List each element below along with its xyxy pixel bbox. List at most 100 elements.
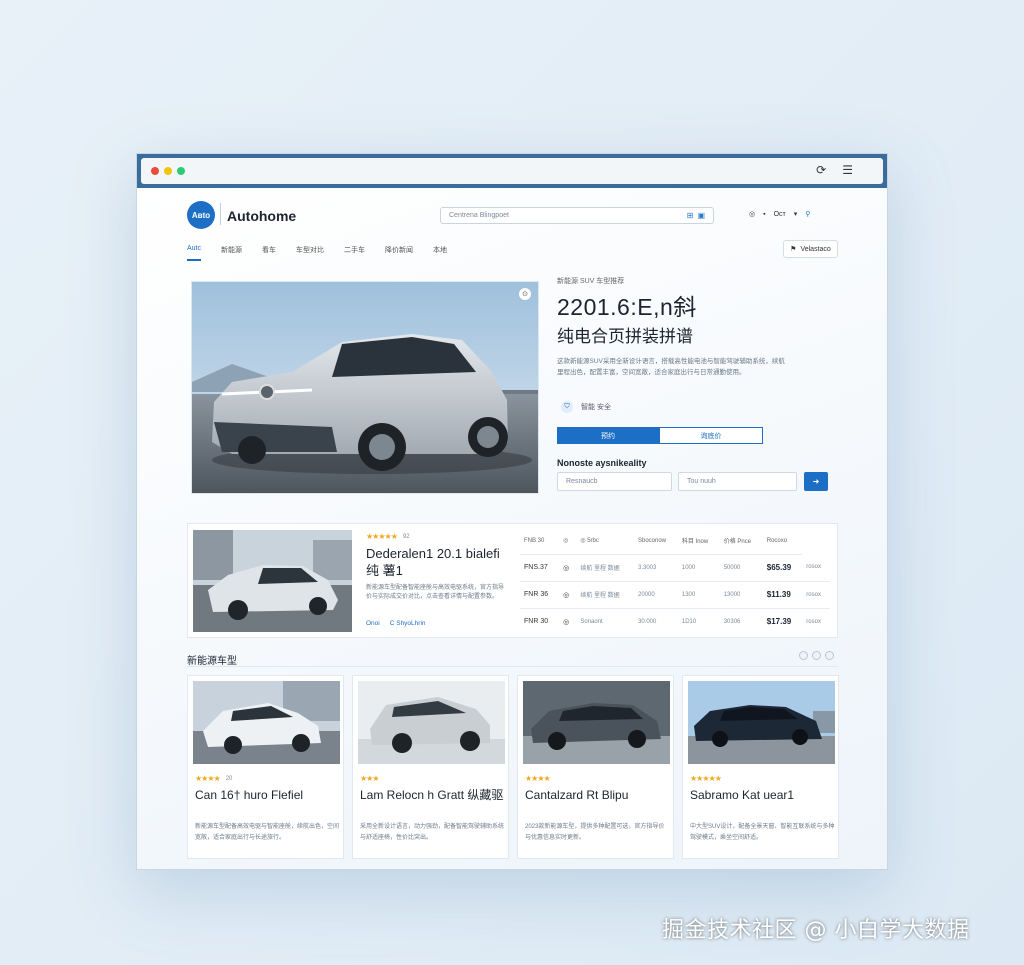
car-card-title[interactable]: Sabramo Kat uear1 [690,787,835,803]
toolbar-icons: ⟳ ☰ [816,163,853,177]
spec-header-cell: Sboconow [633,528,678,555]
nav-item-3[interactable]: 看车 [262,245,276,261]
menu-icon[interactable]: ☰ [842,163,853,177]
main-nav: Autc 新能源 看车 车型对比 二手车 降价新闻 本地 [187,245,447,261]
brand-logo[interactable]: Авto [187,201,215,229]
spec-icon: ◎ [563,618,570,626]
refresh-icon[interactable]: ⟳ [816,163,826,177]
carousel-dot-icon[interactable] [812,651,821,660]
search-image-icon[interactable]: ▣ [697,211,705,220]
featured-description: 新能源车型配备智能座舱与高效电驱系统，官方指导价与实际成交价对比，点击查看详情与… [366,585,505,600]
search-input[interactable]: Centrena Blingpoet ⊞ ▣ [440,207,714,224]
spec-header-cell: 科目 Inow [677,528,720,555]
price-inquiry-button[interactable]: 询底价 [659,427,763,444]
car-illustration-gray [523,681,670,764]
reserve-button[interactable]: 预约 [557,427,659,444]
location-icon[interactable]: ◎ [749,210,755,218]
header-item-1[interactable]: ▪ [763,211,765,218]
nav-action-button[interactable]: ⚑ Velastaco [783,240,838,258]
user-icon[interactable]: ⚲ [805,210,810,218]
spec-cell: 3.3003 [633,554,678,582]
car-card[interactable]: ★★★★ Cantalzard Rt Blipu 2023款新能源车型，提供多种… [517,675,674,859]
car-card-title[interactable]: Lam Relocn h Gratt 纵藏驱 [360,787,505,803]
spec-icon: ◎ [559,581,577,609]
browser-window: ⟳ ☰ Авto Autohome Centrena Blingpoet ⊞ ▣… [136,153,888,870]
spec-cell: FNR 30 [524,618,549,626]
featured-link-1[interactable]: Onoi [366,620,380,627]
nav-item-4[interactable]: 车型对比 [296,245,324,261]
rating-count: 20 [225,775,233,782]
nav-item-7[interactable]: 本地 [433,245,447,261]
chevron-down-icon[interactable]: ▾ [794,210,798,218]
section-divider [187,666,838,667]
hero-description: 这款新能源SUV采用全新设计语言，搭载高性能电池与智能驾驶辅助系统，续航里程出色… [557,358,785,376]
brand-name[interactable]: Autohome [227,208,296,224]
spec-icon: ◎ [559,554,577,582]
nav-item-6[interactable]: 降价新闻 [385,245,413,261]
spec-cell: 30306 [723,618,741,625]
page-content: Авto Autohome Centrena Blingpoet ⊞ ▣ ◎ ▪… [137,188,887,869]
carousel-dot-icon[interactable] [825,651,834,660]
spec-row[interactable]: FNS.37 ◎ 续航 里程 数据 3.3003 1000 50000 $65.… [520,554,830,582]
rating-stars: ★★★★ [525,774,551,783]
car-card[interactable]: ★★★★★ Sabramo Kat uear1 中大型SUV设计，配备全景天窗、… [682,675,839,859]
search-filter-icon[interactable]: ⊞ [687,211,694,220]
hero-meta-text: 智能 安全 [581,404,611,411]
hero-subtitle: 纯电合页拼装拼谱 [557,327,693,347]
watermark-text: 掘金技术社区 @ 小白学大数据 [662,918,970,943]
featured-link-2[interactable]: C ShyoLhrin [390,620,426,627]
carousel-dot-icon[interactable] [799,651,808,660]
header-item-2[interactable]: Ост [774,211,786,218]
card-rating: ★★★ [360,774,385,783]
spec-cell: Sonaont [580,618,603,625]
car-card-image[interactable] [688,681,835,764]
nav-item-2[interactable]: 新能源 [221,245,242,261]
window-titlebar: ⟳ ☰ [137,154,887,188]
car-card-title[interactable]: Can 16† huro Flefiel [195,787,340,803]
availability-submit-button[interactable]: ➜ [804,472,828,491]
spec-header-cell: ◎ 5rbc [576,528,634,555]
car-illustration-silver [358,681,505,764]
car-card-description: 采用全新设计语言，动力强劲，配备智能驾驶辅助系统与舒适座椅，性价比突出。 [360,824,505,841]
car-card-image[interactable] [358,681,505,764]
nav-item-5[interactable]: 二手车 [344,245,365,261]
hero-car-image[interactable]: ⊙ [191,281,539,494]
spec-cell: 1D10 [681,618,697,625]
card-rating: ★★★★ [525,774,556,783]
rating-stars: ★★★★★ [690,774,722,783]
spec-table: FNB 30 ◎ ◎ 5rbc Sboconow 科目 Inow 价格 Pnce… [520,528,830,635]
availability-input-1[interactable]: Resnaucb [557,472,672,491]
rating-stars: ★★★ [360,774,379,783]
spec-cell: FNS.37 [520,554,560,582]
rating-stars: ★★★★ [195,774,221,783]
car-card-description: 2023款新能源车型，提供多种配置可选，官方指导价与优惠信息实时更新。 [525,824,665,841]
car-illustration-white [193,681,340,764]
featured-rating: ★★★★★ 92 [366,532,410,541]
hero-buttons: 预约 询底价 [557,427,763,444]
minimize-dot-icon[interactable] [164,167,172,175]
spec-cell: FNR 36 [520,581,560,609]
spec-cell: 1000 [677,554,720,582]
car-card-title[interactable]: Cantalzard Rt Blipu [525,787,670,803]
car-card-image[interactable] [193,681,340,764]
spec-cell: rosox [802,581,830,609]
close-dot-icon[interactable] [151,167,159,175]
spec-price: $17.39 [766,617,792,627]
carousel-controls [799,651,834,660]
hero-expand-icon[interactable]: ⊙ [519,288,531,300]
featured-car-image[interactable] [193,530,352,632]
spec-header-cell: ◎ [559,528,577,555]
featured-title[interactable]: Dederalen1 20.1 bialefi 纯 薯1 [366,545,516,579]
spec-cell: rosox [802,554,830,582]
maximize-dot-icon[interactable] [177,167,185,175]
car-card[interactable]: ★★★★ 20 Can 16† huro Flefiel 新能源车型配备高效电驱… [187,675,344,859]
car-card-image[interactable] [523,681,670,764]
spec-row[interactable]: FNR 30 ◎ Sonaont 30.000 1D10 30306 $17.3… [520,608,830,635]
car-cards: ★★★★ 20 Can 16† huro Flefiel 新能源车型配备高效电驱… [187,675,839,859]
availability-input-2[interactable]: Tou nuuh [678,472,797,491]
spec-row[interactable]: FNR 36 ◎ 续航 里程 数据 20000 1300 13000 $11.3… [520,581,830,609]
nav-item-home[interactable]: Autc [187,245,202,261]
car-card[interactable]: ★★★ Lam Relocn h Gratt 纵藏驱 采用全新设计语言，动力强劲… [352,675,509,859]
spec-cell: 20000 [633,581,678,609]
hero-eyebrow: 新能源 SUV 车型推荐 [557,278,625,285]
